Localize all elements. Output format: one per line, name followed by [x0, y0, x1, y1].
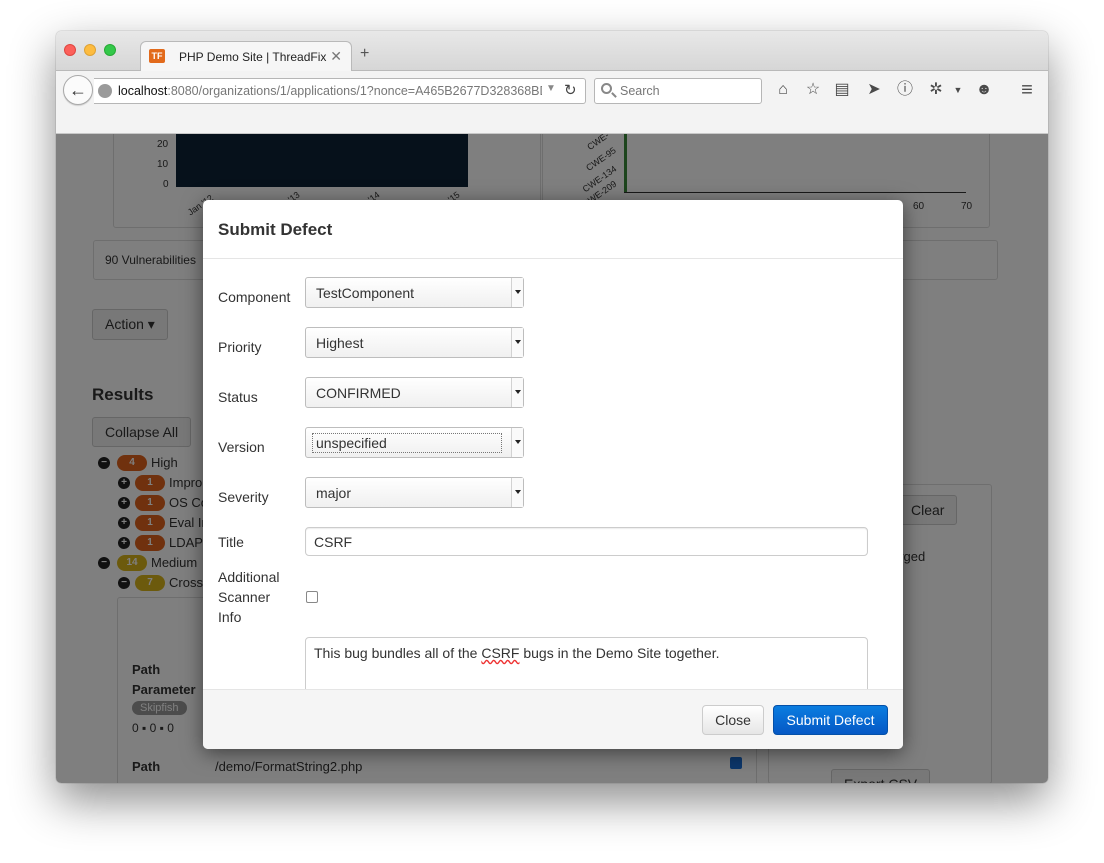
description-textarea[interactable]: This bug bundles all of the CSRF bugs in… — [305, 637, 868, 697]
priority-select[interactable]: Highest — [305, 327, 524, 358]
component-select[interactable]: TestComponent — [305, 277, 524, 308]
status-select[interactable]: CONFIRMED — [305, 377, 524, 408]
severity-label: Severity — [218, 489, 269, 505]
navigation-toolbar: localhost:8080/organizations/1/applicati… — [56, 71, 1048, 134]
url-text: localhost:8080/organizations/1/applicati… — [118, 84, 542, 98]
menu-hamburger-icon[interactable]: ≡ — [1016, 79, 1038, 101]
priority-label: Priority — [218, 339, 262, 355]
modal-footer: Close Submit Defect — [203, 689, 903, 749]
search-icon — [601, 83, 612, 94]
title-label: Title — [218, 534, 244, 550]
threadfix-favicon-icon: TF — [149, 49, 165, 63]
close-button[interactable]: Close — [702, 705, 764, 735]
additional-scanner-info-label-line: Additional — [218, 569, 280, 585]
globe-icon — [98, 84, 112, 98]
modal-header: Submit Defect — [203, 200, 903, 259]
bookmark-star-icon[interactable]: ☆ — [802, 79, 824, 101]
status-label: Status — [218, 389, 258, 405]
back-button[interactable]: ← — [63, 75, 93, 105]
modal-title: Submit Defect — [218, 220, 333, 239]
reload-icon[interactable]: ↻ — [564, 81, 577, 99]
version-select[interactable]: unspecified — [305, 427, 524, 458]
minimize-window-button[interactable] — [84, 44, 96, 56]
send-icon[interactable]: ➤ — [863, 79, 885, 101]
url-history-dropdown-icon[interactable]: ▼ — [546, 83, 556, 94]
close-window-button[interactable] — [64, 44, 76, 56]
reading-list-icon[interactable]: ▤ — [831, 79, 853, 101]
search-placeholder: Search — [620, 84, 660, 98]
search-input[interactable]: Search — [594, 78, 762, 104]
version-value: unspecified — [312, 433, 502, 453]
component-label: Component — [218, 289, 291, 305]
title-input[interactable]: CSRF — [305, 527, 868, 556]
status-value: CONFIRMED — [316, 385, 401, 401]
chevron-down-icon — [511, 378, 523, 407]
severity-value: major — [316, 485, 352, 501]
chevron-down-icon — [511, 428, 523, 457]
smiley-feedback-icon[interactable]: ☻ — [973, 79, 995, 101]
submit-defect-button[interactable]: Submit Defect — [773, 705, 888, 735]
submit-defect-modal: Submit Defect Component TestComponent Pr… — [203, 200, 903, 749]
browser-tab[interactable]: TF PHP Demo Site | ThreadFix ✕ — [140, 41, 352, 72]
priority-value: Highest — [316, 335, 364, 351]
home-icon[interactable]: ⌂ — [772, 79, 794, 101]
page-content: 20 10 0 Jan '12 '13 '14 '15 CWE- CWE-95 … — [56, 134, 1048, 783]
chevron-down-icon — [511, 278, 523, 307]
tab-title: PHP Demo Site | ThreadFix — [179, 50, 327, 64]
additional-scanner-info-label-line: Info — [218, 609, 242, 625]
description-text: This bug bundles all of the CSRF bugs in… — [314, 645, 720, 661]
component-value: TestComponent — [316, 285, 415, 301]
chevron-down-icon — [511, 328, 523, 357]
additional-scanner-info-checkbox[interactable] — [306, 591, 318, 603]
password-icon[interactable]: ⓘ — [894, 79, 916, 101]
tab-bar: TF PHP Demo Site | ThreadFix ✕ + — [56, 31, 1048, 72]
extension-dropdown-icon[interactable]: ▼ — [947, 79, 969, 101]
url-bar[interactable]: localhost:8080/organizations/1/applicati… — [94, 78, 586, 104]
additional-scanner-info-label-line: Scanner — [218, 589, 271, 605]
title-value: CSRF — [314, 534, 353, 550]
zoom-window-button[interactable] — [104, 44, 116, 56]
new-tab-button[interactable]: + — [360, 45, 369, 63]
chevron-down-icon — [511, 478, 523, 507]
browser-window: TF PHP Demo Site | ThreadFix ✕ + localho… — [56, 31, 1048, 783]
back-arrow-icon: ← — [69, 80, 87, 100]
extension-icon[interactable]: ✲ — [925, 79, 947, 101]
version-label: Version — [218, 439, 265, 455]
severity-select[interactable]: major — [305, 477, 524, 508]
tab-close-icon[interactable]: ✕ — [330, 48, 342, 65]
